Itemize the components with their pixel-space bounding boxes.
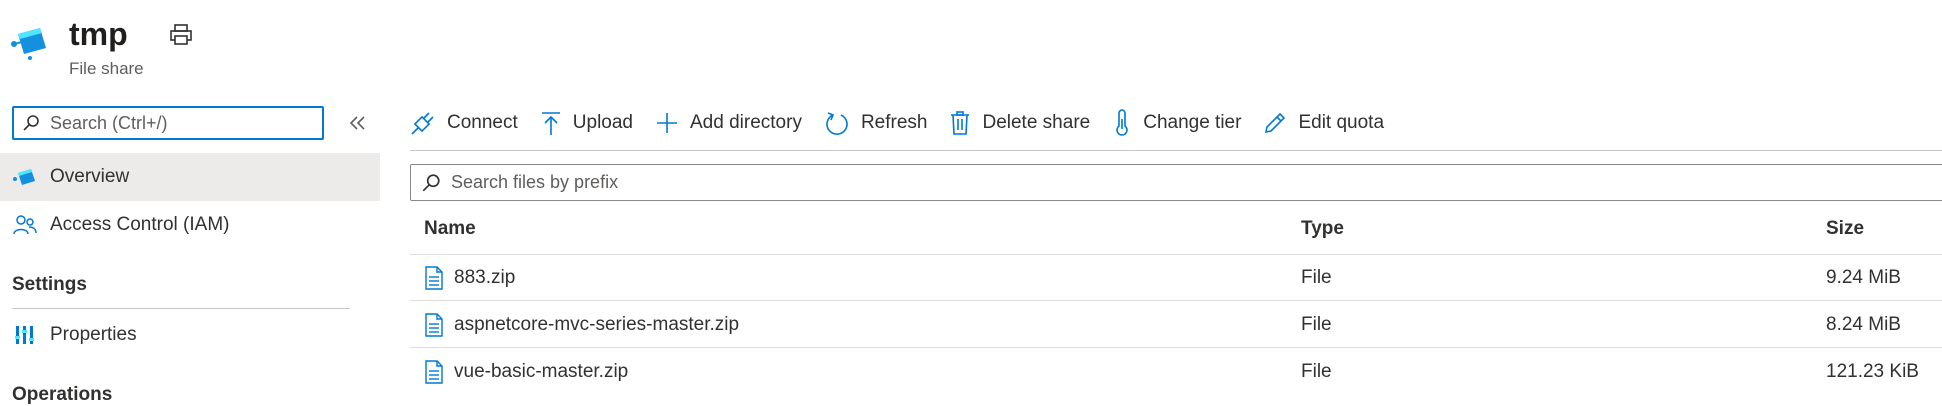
connect-label: Connect <box>447 112 518 133</box>
row-divider <box>410 300 1942 301</box>
refresh-label: Refresh <box>860 112 928 133</box>
change-tier-label: Change tier <box>1143 112 1242 133</box>
sidebar-item-label: Properties <box>50 324 137 345</box>
file-name[interactable]: aspnetcore-mvc-series-master.zip <box>454 314 739 336</box>
toolbar-divider <box>410 150 1942 151</box>
thermometer-icon <box>1116 109 1128 136</box>
people-icon <box>12 212 38 238</box>
file-share-icon <box>10 20 50 60</box>
sidebar-item-label: Access Control (IAM) <box>50 214 230 235</box>
file-size: 121.23 KiB <box>1826 361 1919 382</box>
sidebar-item-overview[interactable]: Overview <box>0 153 380 201</box>
column-header-type[interactable]: Type <box>1301 218 1344 240</box>
command-bar: Connect Upload Add directory Refresh Del… <box>410 103 1406 143</box>
properties-icon <box>12 322 38 348</box>
table-row[interactable]: aspnetcore-mvc-series-master.zip File 8.… <box>410 302 1942 348</box>
add-directory-button[interactable]: Add directory <box>655 103 802 143</box>
sidebar-search-input[interactable] <box>48 111 322 135</box>
column-header-size[interactable]: Size <box>1826 218 1864 240</box>
pencil-icon <box>1265 112 1286 134</box>
upload-button[interactable]: Upload <box>540 103 633 143</box>
file-name[interactable]: vue-basic-master.zip <box>454 361 628 383</box>
add-directory-label: Add directory <box>690 112 802 133</box>
print-icon[interactable] <box>168 22 194 48</box>
edit-quota-button[interactable]: Edit quota <box>1263 103 1384 143</box>
plug-icon <box>411 112 434 135</box>
page-title: tmp <box>69 16 128 52</box>
file-search[interactable] <box>410 164 1942 201</box>
refresh-icon <box>826 112 848 135</box>
file-type: File <box>1301 267 1332 288</box>
upload-label: Upload <box>572 112 633 133</box>
file-size: 8.24 MiB <box>1826 314 1901 335</box>
sidebar-item-label: Overview <box>50 166 130 187</box>
file-name[interactable]: 883.zip <box>454 267 515 289</box>
refresh-button[interactable]: Refresh <box>824 103 928 143</box>
trash-icon <box>951 111 970 135</box>
sidebar-item-access-control[interactable]: Access Control (IAM) <box>0 201 380 249</box>
connect-button[interactable]: Connect <box>410 103 518 143</box>
delete-share-label: Delete share <box>982 112 1091 133</box>
file-icon <box>425 266 443 290</box>
section-title-settings: Settings <box>12 274 87 295</box>
search-icon <box>422 173 440 191</box>
page-subtitle: File share <box>69 59 144 78</box>
file-type: File <box>1301 314 1332 335</box>
divider <box>12 308 350 309</box>
section-title-operations: Operations <box>12 384 113 405</box>
upload-icon <box>541 112 560 135</box>
edit-quota-label: Edit quota <box>1298 112 1385 133</box>
row-divider <box>410 347 1942 348</box>
file-icon <box>425 313 443 337</box>
file-type: File <box>1301 361 1332 382</box>
file-icon <box>425 360 443 384</box>
table-row[interactable]: vue-basic-master.zip File 121.23 KiB <box>410 349 1942 395</box>
column-header-name[interactable]: Name <box>424 218 476 240</box>
table-row[interactable]: 883.zip File 9.24 MiB <box>410 255 1942 301</box>
file-share-icon <box>12 164 38 190</box>
delete-share-button[interactable]: Delete share <box>949 103 1090 143</box>
search-icon <box>23 115 39 131</box>
change-tier-button[interactable]: Change tier <box>1112 103 1241 143</box>
collapse-sidebar-icon[interactable] <box>346 110 370 136</box>
sidebar-search[interactable] <box>12 106 324 140</box>
file-search-input[interactable] <box>449 171 1853 194</box>
file-size: 9.24 MiB <box>1826 267 1901 288</box>
plus-icon <box>657 113 677 133</box>
sidebar-item-properties[interactable]: Properties <box>0 311 380 359</box>
